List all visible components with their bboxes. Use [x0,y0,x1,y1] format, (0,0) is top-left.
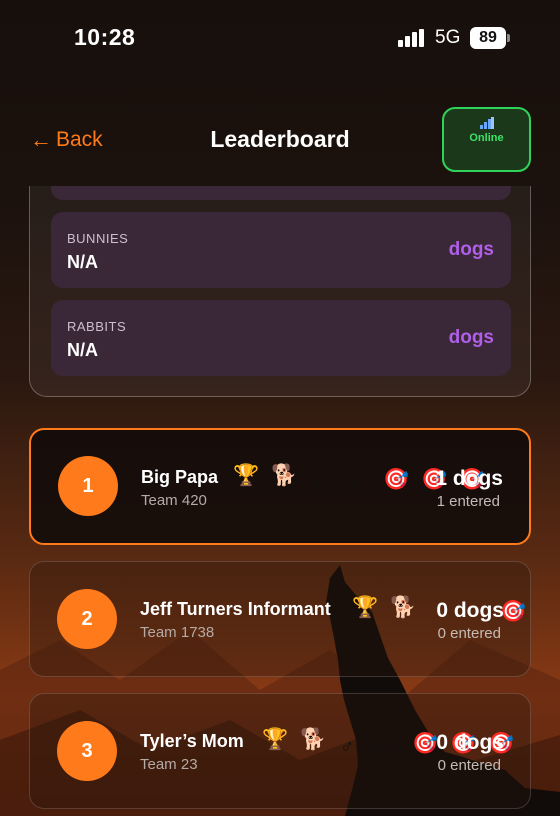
entered-count: 1 entered [436,493,500,510]
trophy-icon: 🏆 [352,596,379,619]
dog-icon: 🐕 [300,728,327,751]
cellular-signal-icon [398,29,425,47]
rank-badge: 3 [57,721,117,781]
player-name: Big Papa [141,467,219,487]
leaderboard-row[interactable]: 3 Tyler’s Mom Team 23 🏆 🐕 ♂ ♀ 🎯 🎯 🎯 0 do… [29,693,531,809]
leaderboard-row[interactable]: 2 Jeff Turners Informant Team 1738 🏆 🐕 🎯… [29,561,531,677]
team-name: Team 420 [141,492,207,509]
stat-card-partial [51,186,511,200]
player-name: Tyler’s Mom [140,731,244,751]
stat-unit: dogs [448,239,494,260]
target-icon: 🎯 [412,732,439,755]
female-symbol-icon: ♀ [376,737,391,758]
online-label: Online [469,132,504,144]
stat-label: RABBITS [67,319,127,334]
leaderboard-row[interactable]: 1 Big Papa Team 420 🏆 🐕 ♂ ♀ 🎯 🎯 🎯 1 dogs… [29,428,531,545]
stat-value: N/A [67,252,98,272]
dog-icon: 🐕 [390,596,417,619]
battery-level: 89 [479,29,497,46]
battery-icon: 89 [470,27,506,49]
entered-count: 0 entered [437,625,501,642]
nav-bar: ← Back Leaderboard Online [0,100,560,180]
stats-panel: BUNNIES N/A dogs RABBITS N/A dogs [29,186,531,397]
signal-bars-icon [479,117,494,129]
entered-count: 0 entered [437,757,501,774]
stat-card-rabbits: RABBITS N/A dogs [51,300,511,376]
male-symbol-icon: ♂ [311,473,326,494]
dog-count: 1 dogs [435,467,503,490]
trophy-icon: 🏆 [233,464,260,487]
stat-label: BUNNIES [67,231,129,246]
network-type: 5G [435,27,461,48]
dog-count: 0 dogs [436,731,504,754]
trophy-icon: 🏆 [262,728,289,751]
status-bar: 10:28 5G 89 [0,0,560,76]
male-symbol-icon: ♂ [340,737,355,758]
player-name: Jeff Turners Informant [140,599,331,619]
team-name: Team 23 [140,756,198,773]
stat-unit: dogs [448,327,494,348]
online-status-button[interactable]: Online [442,107,531,172]
team-name: Team 1738 [140,624,215,641]
rank-badge: 1 [58,456,118,516]
dog-icon: 🐕 [271,464,298,487]
status-time: 10:28 [74,24,136,50]
target-icon: 🎯 [383,468,410,491]
rank-badge: 2 [57,589,117,649]
stat-value: N/A [67,340,98,360]
female-symbol-icon: ♀ [347,473,362,494]
dog-count: 0 dogs [436,599,504,622]
battery-tip [507,34,510,42]
stat-card-bunnies: BUNNIES N/A dogs [51,212,511,288]
